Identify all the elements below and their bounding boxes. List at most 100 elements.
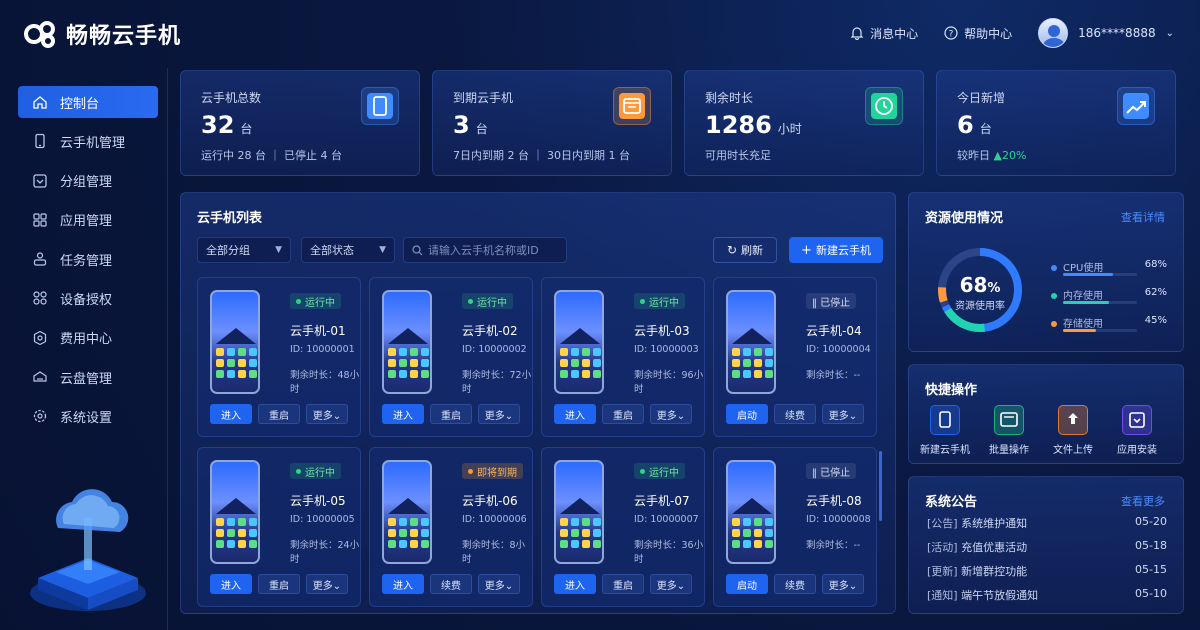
resource-detail-link[interactable]: 查看详情 xyxy=(1121,209,1165,225)
sidebar-item-7[interactable]: 云盘管理 xyxy=(18,361,158,393)
phone-screen-preview[interactable] xyxy=(726,290,776,394)
notice-item[interactable]: [公告] 系统维护通知 05-20 xyxy=(927,515,1167,531)
quick-action-item[interactable]: 新建云手机 xyxy=(915,405,975,456)
usage-dot xyxy=(1051,293,1057,299)
notice-more-link[interactable]: 查看更多 xyxy=(1121,493,1165,509)
phone-more-button[interactable]: 更多⌄ xyxy=(306,574,348,594)
phone-secondary-button[interactable]: 重启 xyxy=(258,404,300,424)
phone-primary-button[interactable]: 进入 xyxy=(210,574,252,594)
list-scrollbar[interactable] xyxy=(879,451,882,521)
phone-screen-preview[interactable] xyxy=(210,290,260,394)
phone-screen-preview[interactable] xyxy=(554,460,604,564)
sidebar: 控制台云手机管理分组管理应用管理任务管理设备授权费用中心云盘管理系统设置 xyxy=(0,68,168,630)
sidebar-item-label: 设备授权 xyxy=(60,292,113,308)
phone-screen-preview[interactable] xyxy=(726,460,776,564)
stat-label: 云手机总数 xyxy=(201,91,262,105)
sidebar-item-0[interactable]: 控制台 xyxy=(18,86,158,118)
phone-card[interactable]: 即将到期 云手机-06 ID: 10000006 剩余时长：8小时 进入 续费 … xyxy=(369,447,533,607)
phone-card[interactable]: 运行中 云手机-01 ID: 10000001 剩余时长：48小时 进入 重启 … xyxy=(197,277,361,437)
sidebar-item-5[interactable]: 设备授权 xyxy=(18,282,158,314)
phone-screen-preview[interactable] xyxy=(210,460,260,564)
phone-secondary-button[interactable]: 续费 xyxy=(430,574,472,594)
stat-card-1[interactable]: 到期云手机 3台 7日内到期 2 台 ｜ 30日内到期 1 台 xyxy=(432,70,672,176)
sidebar-item-6[interactable]: 费用中心 xyxy=(18,322,158,354)
phone-card[interactable]: 运行中 云手机-02 ID: 10000002 剩余时长：72小时 进入 重启 … xyxy=(369,277,533,437)
stat-sub-prefix: 较昨日 xyxy=(957,149,990,162)
phone-id: ID: 10000004 xyxy=(806,344,871,355)
phone-primary-button[interactable]: 进入 xyxy=(554,404,596,424)
usage-row: CPU使用 68% xyxy=(1051,259,1167,276)
sidebar-item-8[interactable]: 系统设置 xyxy=(18,400,158,432)
phone-primary-button[interactable]: 启动 xyxy=(726,574,768,594)
phone-primary-button[interactable]: 进入 xyxy=(382,574,424,594)
quick-action-item[interactable]: 应用安装 xyxy=(1107,405,1167,456)
phone-primary-button[interactable]: 启动 xyxy=(726,404,768,424)
phone-more-button[interactable]: 更多⌄ xyxy=(478,404,520,424)
stat-sub: 7日内到期 2 台 ｜ 30日内到期 1 台 xyxy=(453,149,630,162)
phone-more-button[interactable]: 更多⌄ xyxy=(822,404,864,424)
phone-name: 云手机-02 xyxy=(462,324,518,338)
sidebar-item-1[interactable]: 云手机管理 xyxy=(18,125,158,157)
phone-more-button[interactable]: 更多⌄ xyxy=(650,404,692,424)
sidebar-item-3[interactable]: 应用管理 xyxy=(18,204,158,236)
phone-secondary-button[interactable]: 续费 xyxy=(774,574,816,594)
brand-logo[interactable]: 畅畅云手机 xyxy=(24,18,181,50)
phone-card[interactable]: 运行中 云手机-03 ID: 10000003 剩余时长：96小时 进入 重启 … xyxy=(541,277,705,437)
phone-secondary-button[interactable]: 重启 xyxy=(430,404,472,424)
phone-card[interactable]: 运行中 云手机-05 ID: 10000005 剩余时长：24小时 进入 重启 … xyxy=(197,447,361,607)
phone-screen-preview[interactable] xyxy=(554,290,604,394)
phone-card[interactable]: ‖ 已停止 云手机-04 ID: 10000004 剩余时长：-- 启动 续费 … xyxy=(713,277,877,437)
phone-primary-button[interactable]: 进入 xyxy=(210,404,252,424)
status-badge: 运行中 xyxy=(290,463,341,479)
group-filter-select[interactable]: 全部分组 ▼ xyxy=(197,237,291,263)
status-filter-value: 全部状态 xyxy=(310,244,354,257)
stat-card-2[interactable]: 剩余时长 1286 小时 可用时长充足 xyxy=(684,70,924,176)
notice-text: 系统维护通知 xyxy=(961,517,1028,530)
sidebar-item-2[interactable]: 分组管理 xyxy=(18,165,158,197)
phone-more-button[interactable]: 更多⌄ xyxy=(306,404,348,424)
phone-more-button[interactable]: 更多⌄ xyxy=(650,574,692,594)
user-phone: 186****8888 xyxy=(1078,26,1156,40)
brand-name: 畅畅云手机 xyxy=(66,24,182,49)
phone-more-button[interactable]: 更多⌄ xyxy=(822,574,864,594)
sidebar-item-4[interactable]: 任务管理 xyxy=(18,243,158,275)
phone-card[interactable]: ‖ 已停止 云手机-08 ID: 10000008 剩余时长：-- 启动 续费 … xyxy=(713,447,877,607)
user-menu[interactable]: 186****8888 ⌄ xyxy=(1038,18,1174,48)
phone-secondary-button[interactable]: 重启 xyxy=(602,404,644,424)
notice-item[interactable]: [活动] 充值优惠活动 05-18 xyxy=(927,539,1167,555)
usage-row: 内存使用 62% xyxy=(1051,287,1167,304)
chevron-down-icon: ▼ xyxy=(379,245,386,255)
phone-icon xyxy=(35,134,45,149)
quick-action-item[interactable]: 文件上传 xyxy=(1043,405,1103,456)
phone-remaining: 剩余时长：96小时 xyxy=(634,370,704,395)
status-filter-select[interactable]: 全部状态 ▼ xyxy=(301,237,395,263)
help-center-link[interactable]: ? 帮助中心 xyxy=(944,25,1012,42)
phone-screen-preview[interactable] xyxy=(382,290,432,394)
notice-text: 充值优惠活动 xyxy=(961,541,1028,554)
phone-primary-button[interactable]: 进入 xyxy=(554,574,596,594)
phone-search-input[interactable]: 请输入云手机名称或ID xyxy=(403,237,567,263)
apps-icon xyxy=(33,213,47,227)
phone-more-button[interactable]: 更多⌄ xyxy=(478,574,520,594)
svg-text:?: ? xyxy=(949,30,954,40)
sidebar-item-label: 应用管理 xyxy=(60,214,113,230)
status-badge: 运行中 xyxy=(634,293,685,309)
message-center-link[interactable]: 消息中心 xyxy=(850,25,918,42)
stat-card-0[interactable]: 云手机总数 32 台 运行中 28 台 ｜ 已停止 4 台 xyxy=(180,70,420,176)
tablet-icon xyxy=(361,87,399,125)
phone-card[interactable]: 运行中 云手机-07 ID: 10000007 剩余时长：36小时 进入 重启 … xyxy=(541,447,705,607)
phone-secondary-button[interactable]: 续费 xyxy=(774,404,816,424)
new-phone-button[interactable]: + 新建云手机 xyxy=(789,237,883,263)
notice-item[interactable]: [更新] 新增群控功能 05-15 xyxy=(927,563,1167,579)
stat-card-3[interactable]: 今日新增 6台 较昨日 ▲20% xyxy=(936,70,1176,176)
notice-item[interactable]: [通知] 端午节放假通知 05-10 xyxy=(927,587,1167,603)
phone-id: ID: 10000002 xyxy=(462,344,527,355)
phone-secondary-button[interactable]: 重启 xyxy=(258,574,300,594)
phone-screen-preview[interactable] xyxy=(382,460,432,564)
quick-action-item[interactable]: 批量操作 xyxy=(979,405,1039,456)
notice-title: 系统公告 xyxy=(925,495,978,510)
phone-list-title: 云手机列表 xyxy=(197,211,263,226)
phone-primary-button[interactable]: 进入 xyxy=(382,404,424,424)
phone-secondary-button[interactable]: 重启 xyxy=(602,574,644,594)
refresh-button[interactable]: ↻ 刷新 xyxy=(713,237,777,263)
